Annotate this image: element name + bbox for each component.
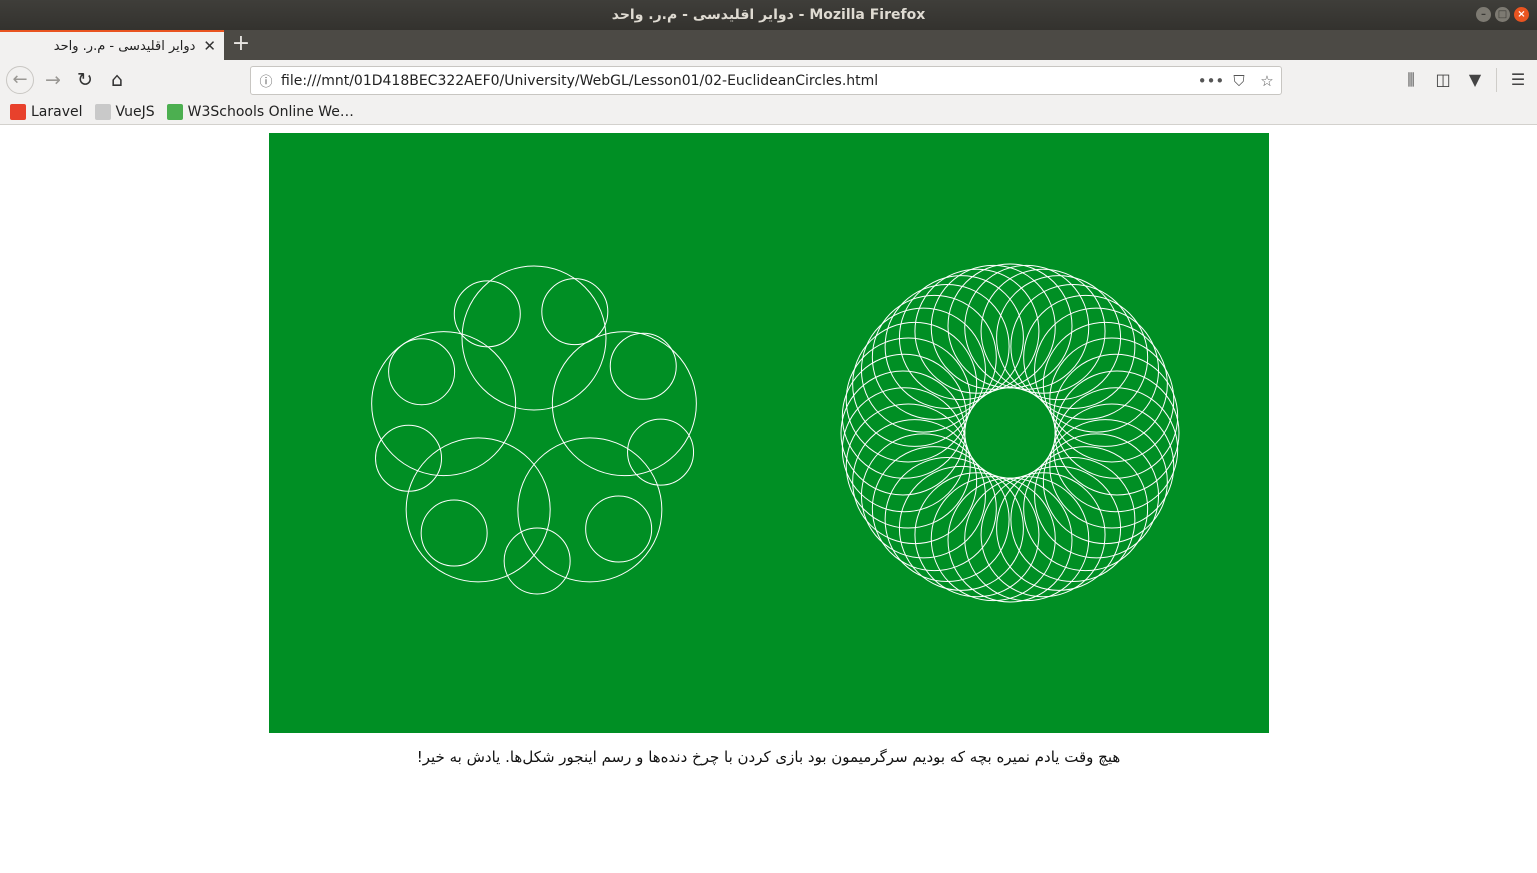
ring-circle: [914, 268, 1040, 394]
large-petal-circle: [551, 331, 697, 477]
pocket-icon[interactable]: ⛉: [1225, 72, 1253, 90]
bookmark-w3schools[interactable]: W3Schools Online We…: [166, 104, 354, 120]
w3schools-icon: [166, 104, 183, 120]
vuejs-icon: [94, 104, 111, 120]
page-content: هیچ وقت یادم نمیره بچه که بودیم سرگرمیمو…: [0, 125, 1537, 873]
extension-icon[interactable]: ▼: [1464, 68, 1486, 92]
sidebar-icon[interactable]: ◫: [1432, 68, 1454, 92]
minimize-icon[interactable]: –: [1476, 7, 1491, 22]
url-bar[interactable]: ⓘ file:///mnt/01D418BEC322AEF0/Universit…: [250, 66, 1282, 95]
bookmark-label: VueJS: [115, 104, 155, 120]
small-petal-circle: [453, 280, 521, 348]
webgl-canvas: [269, 133, 1269, 733]
ring-circle: [1049, 403, 1175, 529]
window-title: دوایر اقلیدسی - م.ر. واحد - Mozilla Fire…: [611, 7, 926, 23]
tab-active[interactable]: دوایر اقلیدسی - م.ر. واحد ✕: [0, 30, 224, 60]
toolbar-separator: [1496, 68, 1497, 92]
euclidean-circles-drawing: [371, 263, 1180, 603]
close-window-icon[interactable]: ×: [1514, 7, 1529, 22]
forward-icon[interactable]: →: [41, 68, 65, 92]
small-petal-circle: [375, 424, 443, 492]
tab-title: دوایر اقلیدسی - م.ر. واحد: [53, 38, 196, 54]
large-petal-circle: [371, 331, 517, 477]
laravel-icon: [10, 104, 26, 120]
bookmark-label: W3Schools Online We…: [187, 104, 354, 120]
reload-icon[interactable]: ↻: [73, 68, 97, 92]
ring-circle: [980, 268, 1106, 394]
small-petal-circle: [503, 527, 571, 595]
new-tab-icon[interactable]: +: [230, 33, 252, 57]
large-petal-circle: [517, 437, 663, 583]
home-icon[interactable]: ⌂: [105, 68, 129, 92]
page-actions-icon[interactable]: •••: [1197, 72, 1225, 90]
window-titlebar: دوایر اقلیدسی - م.ر. واحد - Mozilla Fire…: [0, 0, 1537, 30]
back-icon[interactable]: ←: [6, 66, 34, 94]
small-petal-circle: [541, 278, 609, 346]
large-petal-circle: [461, 265, 607, 411]
window-controls: – □ ×: [1476, 7, 1529, 22]
maximize-icon[interactable]: □: [1495, 7, 1510, 22]
small-petal-circle: [420, 499, 488, 567]
bookmark-laravel[interactable]: Laravel: [10, 104, 83, 120]
ring-circle: [845, 337, 971, 463]
url-text[interactable]: file:///mnt/01D418BEC322AEF0/University/…: [281, 73, 1197, 89]
bookmark-vuejs[interactable]: VueJS: [94, 104, 155, 120]
ring-circle: [1049, 337, 1175, 463]
bookmark-star-icon[interactable]: ☆: [1253, 72, 1281, 90]
small-petal-circle: [609, 332, 677, 400]
small-petal-circle: [585, 495, 653, 563]
ring-circle: [845, 403, 971, 529]
tab-strip: دوایر اقلیدسی - م.ر. واحد ✕ +: [0, 30, 1537, 60]
bookmarks-toolbar: Laravel VueJS W3Schools Online We…: [0, 100, 1537, 125]
page-caption: هیچ وقت یادم نمیره بچه که بودیم سرگرمیمو…: [416, 748, 1121, 766]
menu-icon[interactable]: ☰: [1507, 68, 1529, 92]
navigation-toolbar: ← → ↻ ⌂ ⓘ file:///mnt/01D418BEC322AEF0/U…: [0, 60, 1537, 100]
ring-circle: [914, 472, 1040, 598]
library-icon[interactable]: ⫼: [1400, 68, 1422, 92]
toolbar-right: ⫼ ◫ ▼ ☰: [1400, 68, 1529, 92]
small-petal-circle: [627, 418, 695, 486]
tab-close-icon[interactable]: ✕: [203, 37, 216, 55]
site-info-icon[interactable]: ⓘ: [251, 71, 281, 90]
small-petal-circle: [388, 338, 456, 406]
ring-circle: [980, 472, 1106, 598]
bookmark-label: Laravel: [31, 104, 83, 120]
